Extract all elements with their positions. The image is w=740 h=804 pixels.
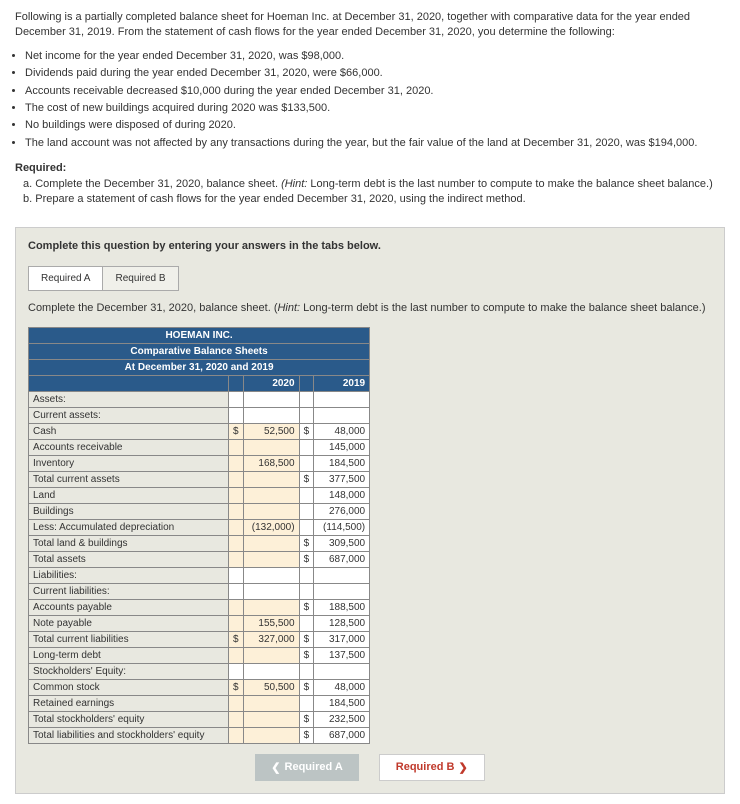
required-b: b. Prepare a statement of cash flows for… (23, 192, 725, 207)
tabs: Required A Required B (28, 266, 712, 291)
tab-instructions: Complete the December 31, 2020, balance … (28, 301, 712, 316)
required-label: Required: (15, 161, 725, 176)
balance-sheet-table: HOEMAN INC. Comparative Balance Sheets A… (28, 327, 370, 744)
next-button[interactable]: Required B ❯ (379, 754, 485, 781)
question-box: Complete this question by entering your … (15, 227, 725, 793)
total-cl-2020-input[interactable]: 327,000 (243, 631, 299, 647)
total-assets-2020-input[interactable] (243, 551, 299, 567)
nav-buttons: ❮ Required A Required B ❯ (28, 754, 712, 781)
list-item: Dividends paid during the year ended Dec… (25, 66, 725, 81)
total-ca-2020-input[interactable] (243, 471, 299, 487)
row-re: Retained earnings (29, 695, 229, 711)
prev-button[interactable]: ❮ Required A (255, 754, 358, 781)
row-current-liab: Current liabilities: (29, 583, 229, 599)
inventory-2020-input[interactable]: 168,500 (243, 455, 299, 471)
list-item: The cost of new buildings acquired durin… (25, 101, 725, 116)
row-inventory: Inventory (29, 455, 229, 471)
cs-2020-input[interactable]: 50,500 (243, 679, 299, 695)
required-section: Required: a. Complete the December 31, 2… (0, 161, 740, 219)
total-lse-2020-input[interactable] (243, 727, 299, 743)
row-ar: Accounts receivable (29, 439, 229, 455)
table-title-dates: At December 31, 2020 and 2019 (29, 359, 370, 375)
ap-2020-input[interactable] (243, 599, 299, 615)
tab-required-a[interactable]: Required A (28, 266, 103, 291)
chevron-right-icon: ❯ (458, 761, 467, 774)
row-cs: Common stock (29, 679, 229, 695)
row-current-assets: Current assets: (29, 407, 229, 423)
cash-2020-dollar[interactable]: $ (229, 423, 244, 439)
row-liabilities: Liabilities: (29, 567, 229, 583)
col-2020: 2020 (243, 375, 299, 391)
dep-2020-input[interactable]: (132,000) (243, 519, 299, 535)
tab-required-b[interactable]: Required B (102, 266, 178, 291)
row-buildings: Buildings (29, 503, 229, 519)
chevron-left-icon: ❮ (271, 761, 280, 774)
row-ltd: Long-term debt (29, 647, 229, 663)
ltd-2020-input[interactable] (243, 647, 299, 663)
total-lb-2020-input[interactable] (243, 535, 299, 551)
land-2020-input[interactable] (243, 487, 299, 503)
intro-paragraph: Following is a partially completed balan… (0, 0, 740, 49)
row-total-ca: Total current assets (29, 471, 229, 487)
re-2020-input[interactable] (243, 695, 299, 711)
row-total-cl: Total current liabilities (29, 631, 229, 647)
row-total-se: Total stockholders' equity (29, 711, 229, 727)
row-less-dep: Less: Accumulated depreciation (29, 519, 229, 535)
row-assets: Assets: (29, 391, 229, 407)
row-total-lse: Total liabilities and stockholders' equi… (29, 727, 229, 743)
required-a: a. Complete the December 31, 2020, balan… (23, 177, 725, 192)
row-ap: Accounts payable (29, 599, 229, 615)
row-total-assets: Total assets (29, 551, 229, 567)
col-2019: 2019 (314, 375, 370, 391)
table-title-company: HOEMAN INC. (29, 327, 370, 343)
table-title-statement: Comparative Balance Sheets (29, 343, 370, 359)
ar-2020-input[interactable] (243, 439, 299, 455)
np-2020-input[interactable]: 155,500 (243, 615, 299, 631)
row-se: Stockholders' Equity: (29, 663, 229, 679)
total-se-2020-input[interactable] (243, 711, 299, 727)
list-item: No buildings were disposed of during 202… (25, 118, 725, 133)
row-land: Land (29, 487, 229, 503)
buildings-2020-input[interactable] (243, 503, 299, 519)
row-np: Note payable (29, 615, 229, 631)
question-header: Complete this question by entering your … (28, 240, 712, 252)
facts-list: Net income for the year ended December 3… (0, 49, 740, 161)
row-cash: Cash (29, 423, 229, 439)
cash-2020-input[interactable]: 52,500 (243, 423, 299, 439)
row-total-lb: Total land & buildings (29, 535, 229, 551)
list-item: Net income for the year ended December 3… (25, 49, 725, 64)
list-item: The land account was not affected by any… (25, 136, 725, 151)
list-item: Accounts receivable decreased $10,000 du… (25, 84, 725, 99)
